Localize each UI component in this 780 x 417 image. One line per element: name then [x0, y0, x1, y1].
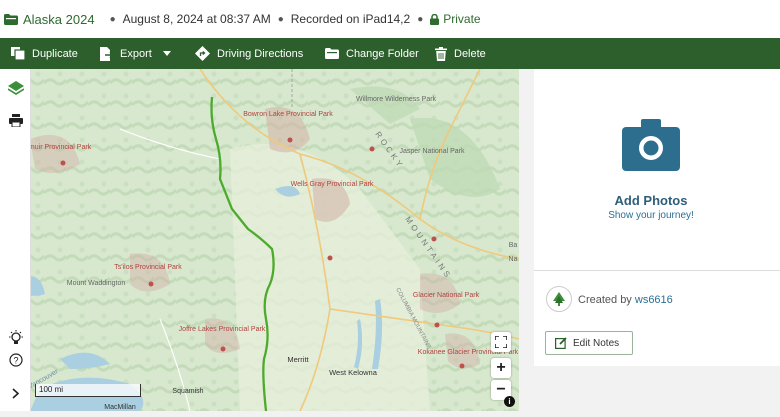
question-icon: ?	[8, 353, 23, 367]
trip-details-panel: Add Photos Show your journey! Created by…	[534, 69, 780, 366]
created-by: Created by ws6616	[578, 294, 673, 306]
minus-icon: −	[496, 381, 506, 398]
map-label: West Kelowna	[329, 368, 378, 377]
privacy-toggle[interactable]: Private	[430, 12, 481, 26]
map-label: Mount Waddington	[67, 280, 126, 287]
trash-icon	[435, 46, 447, 61]
add-photos-subtitle: Show your journey!	[608, 210, 694, 221]
recorded-device: Recorded on iPad14,2	[290, 12, 411, 26]
change-folder-button[interactable]: Change Folder	[325, 38, 419, 69]
author-link[interactable]: ws6616	[635, 294, 673, 306]
delete-button[interactable]: Delete	[435, 38, 486, 69]
privacy-label: Private	[443, 12, 481, 26]
expand-panel-button[interactable]	[0, 379, 31, 407]
duplicate-button[interactable]: Duplicate	[11, 38, 78, 69]
lightbulb-icon	[8, 330, 23, 344]
svg-text:?: ?	[13, 356, 18, 366]
layers-button[interactable]	[0, 74, 31, 102]
printer-icon	[8, 113, 23, 127]
folder-icon	[325, 48, 339, 59]
map-label: MacMillan	[104, 404, 136, 411]
map-label: Glacier National Park	[413, 292, 480, 299]
map-label: Squamish	[172, 388, 203, 395]
lock-icon	[430, 13, 440, 25]
map-view[interactable]: Bowron Lake Provincial Park Wells Gray P…	[0, 69, 519, 411]
chevron-down-icon	[162, 51, 171, 56]
edit-icon	[555, 337, 567, 349]
divider	[534, 270, 780, 271]
info-icon[interactable]: i	[504, 396, 515, 407]
directions-icon	[195, 46, 210, 61]
fullscreen-button[interactable]	[491, 332, 511, 352]
map-label: Bowron Lake Provincial Park	[243, 111, 333, 118]
map-label: Jasper National Park	[400, 148, 465, 155]
trip-header: Alaska 2024 ● August 8, 2024 at 08:37 AM…	[0, 0, 780, 38]
separator-dot: ●	[277, 13, 284, 25]
action-toolbar: Duplicate Export Driving Directions Chan…	[0, 38, 780, 69]
map-scale: 100 mi	[35, 384, 141, 397]
map-label: Merritt	[287, 355, 309, 364]
edit-notes-button[interactable]: Edit Notes	[545, 331, 633, 355]
separator-dot: ●	[109, 13, 116, 25]
chevron-right-icon	[11, 387, 19, 399]
export-icon	[100, 46, 113, 61]
add-photos-area[interactable]: Add Photos Show your journey!	[534, 69, 780, 270]
map-label: Ba	[509, 242, 518, 249]
plus-icon: +	[496, 359, 506, 376]
separator-dot: ●	[417, 13, 424, 25]
help-button[interactable]: ?	[0, 346, 31, 374]
print-button[interactable]	[0, 106, 31, 134]
layers-icon	[7, 81, 24, 95]
map-label: Wells Gray Provincial Park	[291, 181, 374, 188]
duplicate-icon	[11, 47, 25, 60]
driving-directions-button[interactable]: Driving Directions	[195, 38, 303, 69]
map-label: Joffre Lakes Provincial Park	[179, 326, 266, 333]
expand-icon	[495, 336, 507, 348]
map-label: Ts'ilos Provincial Park	[114, 264, 182, 271]
avatar[interactable]	[546, 286, 572, 312]
tree-logo-icon	[553, 292, 565, 306]
map-side-tools: ?	[0, 69, 31, 411]
map-label: Na	[509, 256, 518, 263]
folder-icon	[4, 13, 18, 25]
trip-title[interactable]: Alaska 2024	[23, 12, 95, 27]
camera-icon	[622, 119, 680, 171]
map-canvas[interactable]: Bowron Lake Provincial Park Wells Gray P…	[0, 69, 519, 411]
map-label: Willmore Wilderness Park	[356, 96, 437, 103]
trip-date: August 8, 2024 at 08:37 AM	[122, 12, 271, 26]
zoom-in-button[interactable]: +	[491, 358, 511, 378]
add-photos-label[interactable]: Add Photos	[534, 193, 768, 208]
export-button[interactable]: Export	[99, 38, 178, 69]
